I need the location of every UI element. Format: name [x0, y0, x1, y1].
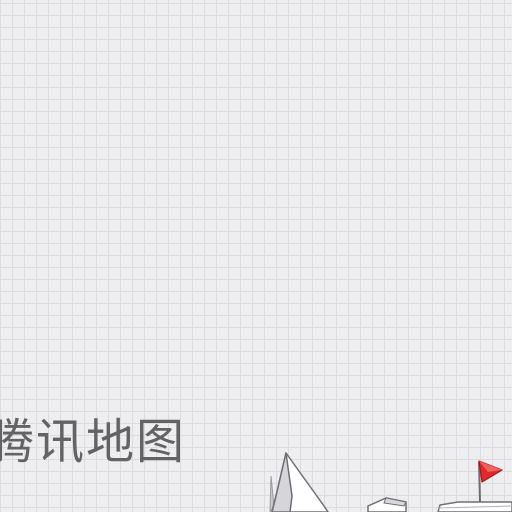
tower-icon: [269, 452, 329, 512]
brand-logo-text: 腾讯地图: [0, 414, 187, 470]
city-illustration: [269, 452, 512, 512]
building-icon: [367, 497, 407, 512]
flag-icon: [478, 460, 503, 503]
building-icon: [437, 501, 512, 512]
